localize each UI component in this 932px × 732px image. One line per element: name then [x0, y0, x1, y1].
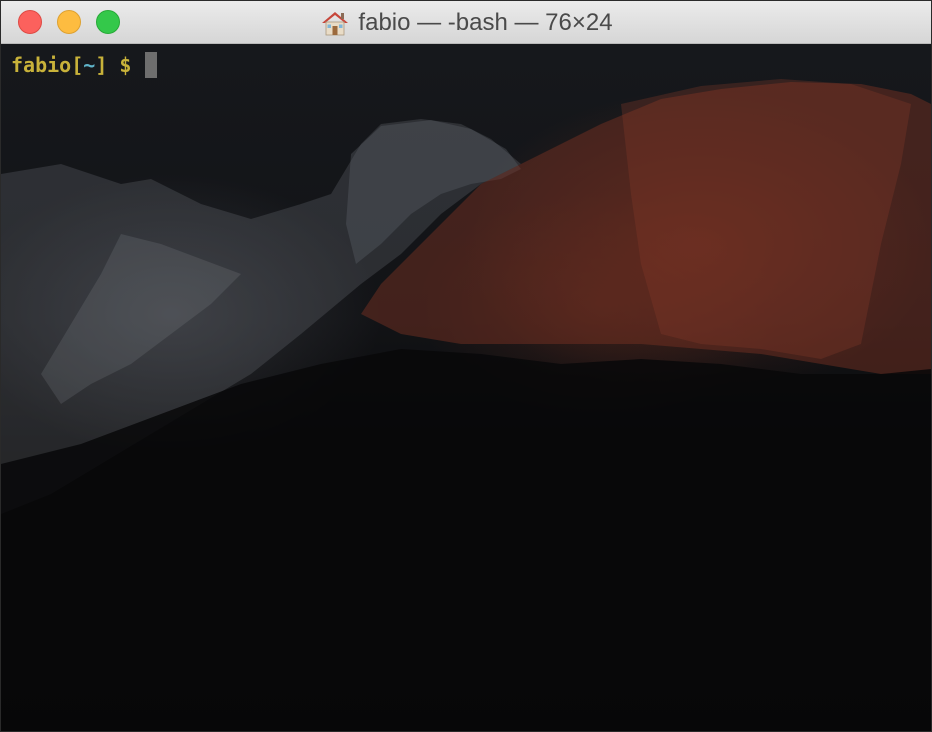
- prompt-user: fabio: [11, 53, 72, 77]
- window-title: fabio — -bash — 76×24: [358, 8, 613, 36]
- home-icon: [322, 11, 349, 35]
- prompt-cwd: ~: [83, 53, 96, 77]
- terminal-window: fabio — -bash — 76×24 fabio[~] $: [0, 0, 932, 732]
- wallpaper-mountains: [1, 79, 931, 731]
- prompt-bracket-close: ]: [95, 53, 108, 77]
- title-bar[interactable]: fabio — -bash — 76×24: [1, 1, 931, 44]
- terminal-content[interactable]: fabio[~] $: [1, 44, 931, 731]
- window-title-container: fabio — -bash — 76×24: [1, 1, 931, 44]
- prompt-symbol: $: [107, 53, 144, 77]
- prompt-line: fabio[~] $: [11, 52, 158, 78]
- text-cursor: [145, 52, 158, 78]
- prompt-bracket-open: [: [71, 53, 84, 77]
